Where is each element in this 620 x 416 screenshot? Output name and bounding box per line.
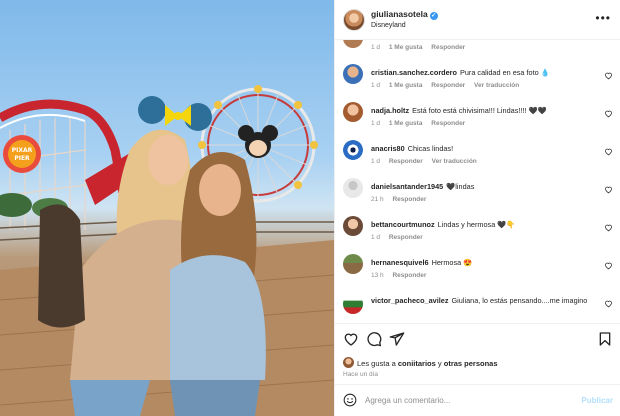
comment-like-heart-icon[interactable] — [604, 147, 613, 156]
comment-meta: 1 d 1 Me gusta Responder — [371, 120, 472, 127]
comment-username[interactable]: hernanesquivel6 — [371, 258, 429, 267]
add-comment-bar: Publicar — [335, 384, 620, 416]
comment-time: 1 d — [371, 82, 381, 89]
comment-username[interactable]: victor_pacheco_avilez — [371, 296, 448, 305]
smiley-icon[interactable] — [343, 393, 357, 407]
bookmark-icon[interactable] — [597, 331, 613, 347]
comment-username[interactable]: bettancourtmunoz — [371, 220, 435, 229]
liker-avatar[interactable] — [343, 357, 354, 368]
likes-others-link[interactable]: otras personas — [444, 359, 498, 368]
comment-time: 1 d — [371, 44, 381, 51]
liker-username[interactable]: coniitarios — [398, 359, 436, 368]
comment-icon[interactable] — [366, 331, 382, 347]
reply-button[interactable]: Responder — [431, 44, 465, 51]
comment-avatar[interactable] — [343, 254, 363, 274]
comment-avatar[interactable] — [343, 216, 363, 236]
post-detail-panel: giulianasotela ✓ Disneyland ••• 1 d 1 Me … — [334, 0, 620, 416]
more-options-icon[interactable]: ••• — [595, 11, 611, 25]
comment-body: Está foto está chivisima!!! Lindas!!!! 🖤… — [412, 106, 547, 115]
comment-text: nadja.holtz Está foto está chivisima!!! L… — [371, 106, 599, 116]
comment-time: 1 d — [371, 120, 381, 127]
likes-prefix: Les gusta a — [357, 359, 398, 368]
comment-time: 21 h — [371, 196, 384, 203]
post-photo[interactable]: PIXAR PIER — [0, 0, 334, 416]
comment-likes-count[interactable]: 1 Me gusta — [389, 120, 423, 127]
svg-text:PIER: PIER — [14, 155, 30, 162]
comment-like-heart-icon[interactable] — [604, 185, 613, 194]
comment-text: hernanesquivel6 Hermosa 😍 — [371, 258, 599, 268]
comment-like-heart-icon[interactable] — [604, 109, 613, 118]
reply-button[interactable]: Responder — [431, 82, 465, 89]
comment-meta: 1 d 1 Me gusta Responder Ver traducción — [371, 82, 526, 89]
comment-text: anacris80 Chicas lindas! — [371, 144, 599, 154]
reply-button[interactable]: Responder — [431, 120, 465, 127]
comment-like-heart-icon[interactable] — [604, 223, 613, 232]
reply-button[interactable]: Responder — [389, 234, 423, 241]
comment-username[interactable]: danielsantander1945 — [371, 182, 443, 191]
reply-button[interactable]: Responder — [389, 158, 423, 165]
comment-body: 🖤lindas — [446, 182, 475, 191]
author-avatar[interactable] — [343, 9, 365, 31]
comment-time: 1 d — [371, 234, 381, 241]
comment-text: cristian.sanchez.cordero Pura calidad en … — [371, 68, 599, 78]
author-username-text[interactable]: giulianasotela — [371, 9, 428, 19]
reply-button[interactable]: Responder — [392, 272, 426, 279]
comment-body: Lindas y hermosa 🖤👇 — [437, 220, 516, 229]
comment-text: danielsantander1945 🖤lindas — [371, 182, 599, 192]
comment-avatar[interactable] — [343, 40, 363, 48]
comment-text: victor_pacheco_avilez Giuliana, lo estás … — [371, 296, 599, 306]
svg-text:PIXAR: PIXAR — [12, 147, 33, 154]
comment-avatar[interactable] — [343, 294, 363, 314]
comment-likes-count[interactable]: 1 Me gusta — [389, 82, 423, 89]
comment-meta: 1 d Responder — [371, 234, 430, 241]
photo-illustration: PIXAR PIER — [0, 85, 334, 416]
comment-username[interactable]: anacris80 — [371, 144, 405, 153]
comment-body: Giuliana, lo estás pensando....me imagin… — [451, 296, 588, 305]
comment-username[interactable]: cristian.sanchez.cordero — [371, 68, 457, 77]
add-comment-input[interactable] — [365, 392, 565, 408]
post-location[interactable]: Disneyland — [371, 22, 406, 29]
comment-avatar-default[interactable] — [343, 178, 363, 198]
comment-body: Chicas lindas! — [407, 144, 454, 153]
comment-time: 13 h — [371, 272, 384, 279]
comment-body: Hermosa 😍 — [431, 258, 473, 267]
share-icon[interactable] — [389, 331, 405, 347]
comment-meta: 1 d 1 Me gusta Responder — [371, 44, 472, 51]
comment-avatar[interactable] — [343, 102, 363, 122]
comment-meta: 1 d Responder Ver traducción — [371, 158, 484, 165]
see-translation-button[interactable]: Ver traducción — [474, 82, 519, 89]
comment-likes-count[interactable]: 1 Me gusta — [389, 44, 423, 51]
comment-meta: 21 h Responder — [371, 196, 433, 203]
comment-like-heart-icon[interactable] — [604, 71, 613, 80]
heart-icon[interactable] — [343, 331, 359, 347]
comment-avatar[interactable] — [343, 140, 363, 160]
comment-text: bettancourtmunoz Lindas y hermosa 🖤👇 — [371, 220, 599, 230]
author-username[interactable]: giulianasotela ✓ — [371, 9, 438, 20]
publish-button[interactable]: Publicar — [581, 396, 613, 405]
likes-joiner: y — [435, 359, 444, 368]
comment-username[interactable]: nadja.holtz — [371, 106, 409, 115]
comment-body: Pura calidad en esa foto 💧 — [459, 68, 550, 77]
comments-list[interactable]: 1 d 1 Me gusta Responder cristian.sanche… — [335, 40, 620, 323]
comment-like-heart-icon[interactable] — [604, 261, 613, 270]
comment-time: 1 d — [371, 158, 381, 165]
likes-summary: Les gusta a coniitarios y otras personas — [343, 357, 498, 368]
comment-like-heart-icon[interactable] — [604, 299, 613, 308]
post-time-ago: Hace un día — [343, 371, 379, 378]
verified-badge-icon: ✓ — [429, 12, 438, 20]
comment-avatar[interactable] — [343, 64, 363, 84]
see-translation-button[interactable]: Ver traducción — [432, 158, 477, 165]
post-header: giulianasotela ✓ Disneyland ••• — [335, 0, 620, 40]
comment-meta: 13 h Responder — [371, 272, 433, 279]
reply-button[interactable]: Responder — [392, 196, 426, 203]
